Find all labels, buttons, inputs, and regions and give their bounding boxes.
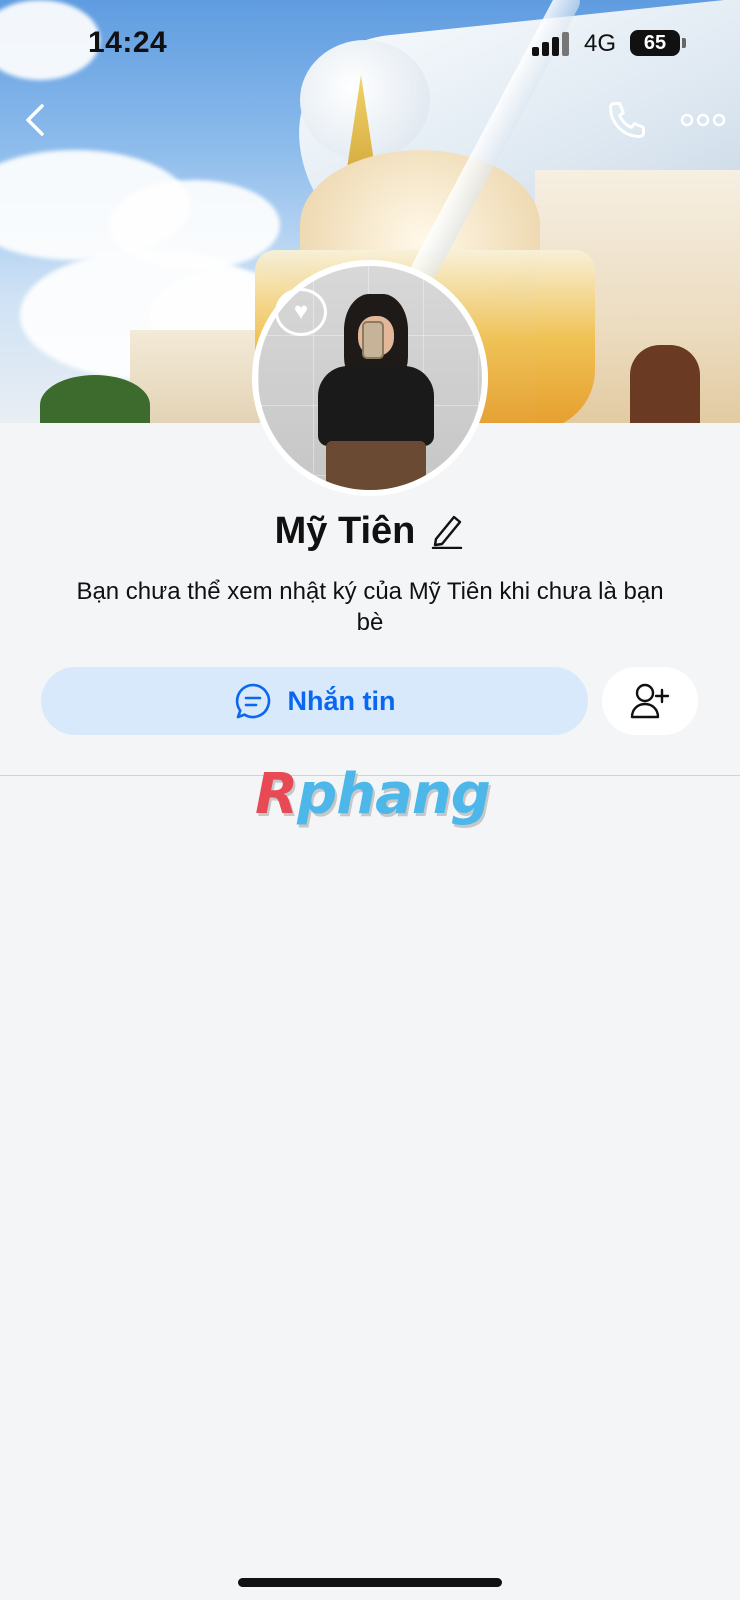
home-indicator[interactable] [238,1578,502,1587]
avatar-person-skirt [326,441,426,490]
heart-bubble-icon: ♥ [275,288,327,336]
message-button-label: Nhắn tin [287,685,396,716]
cover-temple-door [630,345,700,423]
edit-name-button[interactable] [429,511,465,551]
battery-level: 65 [643,32,667,54]
profile-name: Mỹ Tiên [274,509,416,552]
pencil-icon [432,515,463,550]
add-friend-button[interactable] [602,667,698,735]
profile-name-row: Mỹ Tiên [0,506,740,556]
signal-icon [532,32,572,56]
battery-icon: 65 [630,30,680,56]
status-bar: 14:24 4G 65 [0,0,740,90]
phone-icon [609,102,645,138]
back-button[interactable] [18,98,54,142]
chevron-left-icon [26,104,44,136]
more-horizontal-icon [680,113,726,127]
message-button[interactable]: Nhắn tin [41,667,588,735]
call-button[interactable] [605,98,649,142]
diary-privacy-notice: Bạn chưa thể xem nhật ký của Mỹ Tiên khi… [76,578,664,636]
watermark-logo: Rphang [255,762,491,827]
network-type: 4G [584,30,617,57]
avatar-person-top [318,366,434,446]
battery-tip [682,38,686,48]
status-time: 14:24 [88,26,168,59]
chat-bubble-icon [235,683,270,719]
more-options-button[interactable] [678,98,728,142]
avatar-person-phone [362,321,384,359]
add-user-icon [630,683,670,719]
